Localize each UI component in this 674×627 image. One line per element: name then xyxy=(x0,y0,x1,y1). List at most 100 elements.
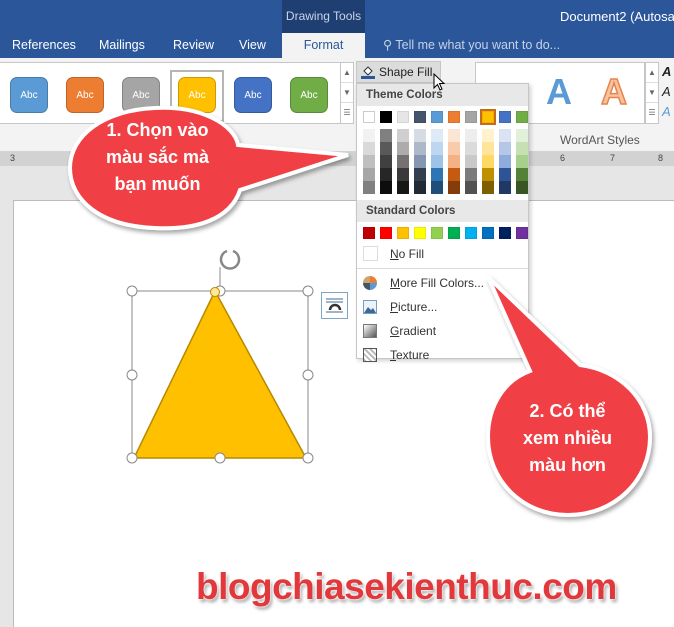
standard-color-swatch[interactable] xyxy=(516,227,528,239)
resize-handle[interactable] xyxy=(302,285,314,297)
resize-handle[interactable] xyxy=(126,369,138,381)
shade-swatch[interactable] xyxy=(482,168,494,181)
standard-color-swatch[interactable] xyxy=(499,227,511,239)
shade-swatch[interactable] xyxy=(380,155,392,168)
text-outline-icon[interactable]: A xyxy=(662,84,671,99)
shade-swatch[interactable] xyxy=(482,181,494,194)
shade-swatch[interactable] xyxy=(499,142,511,155)
tab-review[interactable]: Review xyxy=(173,33,214,58)
shade-swatch[interactable] xyxy=(448,142,460,155)
shade-swatch[interactable] xyxy=(516,181,528,194)
theme-color-swatch[interactable] xyxy=(363,111,375,123)
resize-handle[interactable] xyxy=(126,285,138,297)
standard-color-swatch[interactable] xyxy=(465,227,477,239)
theme-color-swatch[interactable] xyxy=(414,111,426,123)
layout-options-button[interactable] xyxy=(321,292,348,319)
shade-swatch[interactable] xyxy=(414,181,426,194)
tab-references[interactable]: References xyxy=(12,33,76,58)
shade-swatch[interactable] xyxy=(380,181,392,194)
scroll-up-icon[interactable]: ▲ xyxy=(341,63,353,83)
theme-color-swatch[interactable] xyxy=(480,109,496,125)
shade-swatch[interactable] xyxy=(448,168,460,181)
shade-swatch[interactable] xyxy=(499,168,511,181)
shade-swatch[interactable] xyxy=(499,155,511,168)
shade-swatch[interactable] xyxy=(465,142,477,155)
shade-swatch[interactable] xyxy=(516,155,528,168)
tell-me-search[interactable]: ⚲ Tell me what you want to do... xyxy=(383,33,560,57)
shade-swatch[interactable] xyxy=(380,168,392,181)
standard-color-swatch[interactable] xyxy=(482,227,494,239)
standard-color-swatch[interactable] xyxy=(414,227,426,239)
theme-color-swatch[interactable] xyxy=(448,111,460,123)
shade-swatch[interactable] xyxy=(431,155,443,168)
shade-swatch[interactable] xyxy=(397,155,409,168)
theme-color-swatch[interactable] xyxy=(380,111,392,123)
shade-swatch[interactable] xyxy=(516,129,528,142)
shade-swatch[interactable] xyxy=(465,168,477,181)
tab-format[interactable]: Format xyxy=(282,33,365,58)
standard-color-swatch[interactable] xyxy=(431,227,443,239)
scroll-down-icon[interactable]: ▼ xyxy=(646,83,658,103)
shade-swatch[interactable] xyxy=(414,142,426,155)
theme-color-swatch[interactable] xyxy=(465,111,477,123)
shade-swatch[interactable] xyxy=(363,155,375,168)
shade-swatch[interactable] xyxy=(482,142,494,155)
text-fill-icon[interactable]: A xyxy=(662,64,671,79)
standard-color-swatch[interactable] xyxy=(363,227,375,239)
standard-color-swatch[interactable] xyxy=(448,227,460,239)
shade-swatch[interactable] xyxy=(363,129,375,142)
theme-color-swatch[interactable] xyxy=(499,111,511,123)
shade-swatch[interactable] xyxy=(499,129,511,142)
scroll-up-icon[interactable]: ▲ xyxy=(646,63,658,83)
shade-swatch[interactable] xyxy=(363,142,375,155)
shade-swatch[interactable] xyxy=(465,181,477,194)
shade-swatch[interactable] xyxy=(448,181,460,194)
shade-swatch[interactable] xyxy=(380,142,392,155)
shade-swatch[interactable] xyxy=(363,168,375,181)
tab-mailings[interactable]: Mailings xyxy=(99,33,145,58)
shade-swatch[interactable] xyxy=(465,155,477,168)
shade-swatch[interactable] xyxy=(465,129,477,142)
shade-swatch[interactable] xyxy=(397,168,409,181)
shade-swatch[interactable] xyxy=(482,155,494,168)
theme-color-swatch[interactable] xyxy=(516,111,528,123)
wordart-scroller[interactable]: ▲ ▼ ☰ xyxy=(645,62,659,124)
no-fill-item[interactable]: No Fill xyxy=(357,242,528,266)
shade-swatch[interactable] xyxy=(448,155,460,168)
shade-swatch[interactable] xyxy=(414,168,426,181)
theme-color-swatch[interactable] xyxy=(431,111,443,123)
resize-handle[interactable] xyxy=(302,369,314,381)
shade-swatch[interactable] xyxy=(397,129,409,142)
shade-swatch[interactable] xyxy=(397,181,409,194)
text-effects-icon[interactable]: A xyxy=(662,104,671,119)
shade-swatch[interactable] xyxy=(363,181,375,194)
shade-swatch[interactable] xyxy=(499,181,511,194)
shade-swatch[interactable] xyxy=(414,129,426,142)
triangle-shape[interactable] xyxy=(132,289,308,459)
resize-handle[interactable] xyxy=(126,452,138,464)
shade-swatch[interactable] xyxy=(516,142,528,155)
tab-view[interactable]: View xyxy=(239,33,266,58)
shape-style-1[interactable]: Abc xyxy=(10,77,48,113)
wordart-style-blue[interactable]: A xyxy=(546,71,572,113)
shade-swatch[interactable] xyxy=(397,142,409,155)
shade-swatch[interactable] xyxy=(448,129,460,142)
shade-swatch[interactable] xyxy=(431,142,443,155)
shade-swatch[interactable] xyxy=(380,129,392,142)
gallery-expand-icon[interactable]: ☰ xyxy=(646,103,658,123)
wordart-style-orange[interactable]: A xyxy=(600,70,628,113)
standard-color-swatch[interactable] xyxy=(380,227,392,239)
resize-handle[interactable] xyxy=(214,452,226,464)
shade-swatch[interactable] xyxy=(431,129,443,142)
selected-shape[interactable] xyxy=(120,245,360,470)
adjust-handle[interactable] xyxy=(210,287,220,297)
shade-swatch[interactable] xyxy=(516,168,528,181)
shade-swatch[interactable] xyxy=(482,129,494,142)
shade-swatch[interactable] xyxy=(431,168,443,181)
shade-swatch[interactable] xyxy=(431,181,443,194)
theme-color-swatch[interactable] xyxy=(397,111,409,123)
shape-fill-button[interactable]: Shape Fill ▼ xyxy=(356,61,441,98)
rotate-handle-icon[interactable] xyxy=(219,249,241,270)
resize-handle[interactable] xyxy=(302,452,314,464)
shade-swatch[interactable] xyxy=(414,155,426,168)
